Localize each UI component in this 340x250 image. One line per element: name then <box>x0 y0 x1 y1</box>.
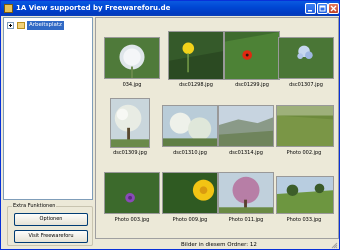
resize-grip-icon[interactable] <box>331 242 338 249</box>
maximize-icon <box>319 5 326 12</box>
thumbnail-image[interactable] <box>168 31 224 80</box>
thumbnail-image[interactable] <box>278 37 334 79</box>
close-button[interactable] <box>328 3 339 14</box>
image-count-status: Bilder in diesem Ordner: 12 <box>181 241 257 249</box>
options-button[interactable]: Optionen <box>14 213 88 226</box>
thumbnail-gallery[interactable]: 034.jpg dsc01298.jpg dsc01299.jpg dsc013… <box>95 17 339 239</box>
image-count-value: 12 <box>249 242 257 248</box>
close-icon <box>330 5 337 12</box>
thumbnail-caption: Photo 002.jpg <box>286 150 322 156</box>
minimize-button[interactable] <box>305 3 316 14</box>
thumbnail-image[interactable] <box>104 37 160 79</box>
image-count-label: Bilder in diesem Ordner: <box>181 242 249 248</box>
visit-freewareforu-button[interactable]: Visit Freewareforu <box>14 230 88 243</box>
thumbnail-image[interactable] <box>218 105 274 147</box>
thumbnail-image[interactable] <box>218 172 274 214</box>
plus-expander-icon[interactable] <box>7 22 14 29</box>
thumbnail-caption: Photo 009.jpg <box>172 217 208 223</box>
thumbnail-caption: dsc01314.jpg <box>229 150 263 156</box>
tree-node-label[interactable]: Arbeitsplatz <box>27 21 64 30</box>
maximize-button[interactable] <box>317 3 328 14</box>
thumbnail-caption: Photo 033.jpg <box>286 217 322 223</box>
thumbnail-caption: dsc01309.jpg <box>113 150 147 156</box>
thumbnail-caption: dsc01298.jpg <box>179 82 213 88</box>
minimize-icon <box>308 10 312 12</box>
app-window: 1A View supported by Freewareforu.de Arb… <box>0 0 340 250</box>
thumbnail-image[interactable] <box>276 176 334 214</box>
window-title: 1A View supported by Freewareforu.de <box>16 4 171 12</box>
folder-tree[interactable]: Arbeitsplatz <box>3 17 93 200</box>
thumbnail-image[interactable] <box>110 98 150 148</box>
thumbnail-image[interactable] <box>104 172 160 214</box>
title-bar[interactable]: 1A View supported by Freewareforu.de <box>1 1 339 16</box>
thumbnail-caption: dsc01310.jpg <box>173 150 207 156</box>
thumbnail-image[interactable] <box>276 105 334 147</box>
thumbnail-caption: Photo 011.jpg <box>228 217 264 223</box>
thumbnail-image[interactable] <box>162 172 218 214</box>
extra-functions-group: Extra Funktionen Optionen Visit Freeware… <box>7 203 93 246</box>
thumbnail-caption: dsc01307.jpg <box>289 82 323 88</box>
thumbnail-caption: 034.jpg <box>122 82 142 88</box>
status-bar: Bilder in diesem Ordner: 12 <box>95 240 339 250</box>
app-icon <box>4 4 13 13</box>
thumbnail-caption: Photo 003.jpg <box>114 217 150 223</box>
extra-functions-legend: Extra Funktionen <box>12 203 57 210</box>
thumbnail-image[interactable] <box>224 31 280 80</box>
folder-icon <box>17 22 25 29</box>
thumbnail-image[interactable] <box>162 105 218 147</box>
